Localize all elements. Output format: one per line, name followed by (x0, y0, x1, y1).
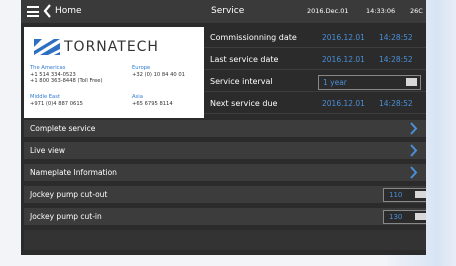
jockey-pump-cut-in-row: Jockey pump cut-in 130 (24, 208, 426, 225)
nameplate-information-item[interactable]: Nameplate Information (24, 164, 426, 181)
menu-icon[interactable] (27, 6, 39, 17)
chevron-right-icon (410, 166, 418, 179)
chevron-right-icon (410, 122, 418, 135)
contact-americas: The Americas +1 514 334-0523 +1 800 363-… (30, 65, 103, 84)
home-link[interactable]: Home (55, 6, 82, 16)
tornatech-logo-icon (34, 39, 60, 55)
commissioning-date-row: Commissionning date 2016.12.01 14:28:52 (204, 28, 426, 48)
empty-row (24, 230, 426, 250)
top-bar: Home Service 2016.Dec.01 14:33:06 26C (21, 0, 426, 23)
service-interval-row: Service interval 1 year (204, 72, 426, 92)
cut-in-value-field[interactable]: 130 (383, 210, 426, 224)
header-date: 2016.Dec.01 (307, 7, 349, 15)
jockey-pump-cut-out-row: Jockey pump cut-out 110 (24, 186, 426, 203)
hmi-screen: Home Service 2016.Dec.01 14:33:06 26C TO… (21, 0, 426, 255)
field-handle-icon (415, 213, 426, 220)
back-chevron-icon[interactable] (43, 4, 52, 18)
contact-asia: Asia +65 6795 8114 (132, 94, 173, 107)
next-service-due-row: Next service due 2016.12.01 14:28:52 (204, 94, 426, 114)
brand-name: TORNATECH (64, 39, 159, 55)
contact-europe: Europe +32 (0) 10 84 40 01 (132, 65, 185, 78)
header-time: 14:33:06 (366, 7, 396, 15)
cut-out-value-field[interactable]: 110 (383, 188, 426, 202)
live-view-item[interactable]: Live view (24, 142, 426, 159)
complete-service-item[interactable]: Complete service (24, 120, 426, 137)
header-temperature: 26C (410, 7, 423, 15)
chevron-right-icon (410, 144, 418, 157)
contact-middle-east: Middle East +971 (0)4 887 0615 (30, 94, 83, 107)
last-service-date-row: Last service date 2016.12.01 14:28:52 (204, 50, 426, 70)
service-interval-select[interactable]: 1 year (318, 75, 421, 90)
page-title: Service (211, 6, 245, 16)
select-handle-icon (406, 78, 417, 86)
company-logo-card: TORNATECH The Americas +1 514 334-0523 +… (24, 27, 204, 118)
device-frame: Home Service 2016.Dec.01 14:33:06 26C TO… (0, 0, 456, 266)
field-handle-icon (415, 191, 426, 198)
